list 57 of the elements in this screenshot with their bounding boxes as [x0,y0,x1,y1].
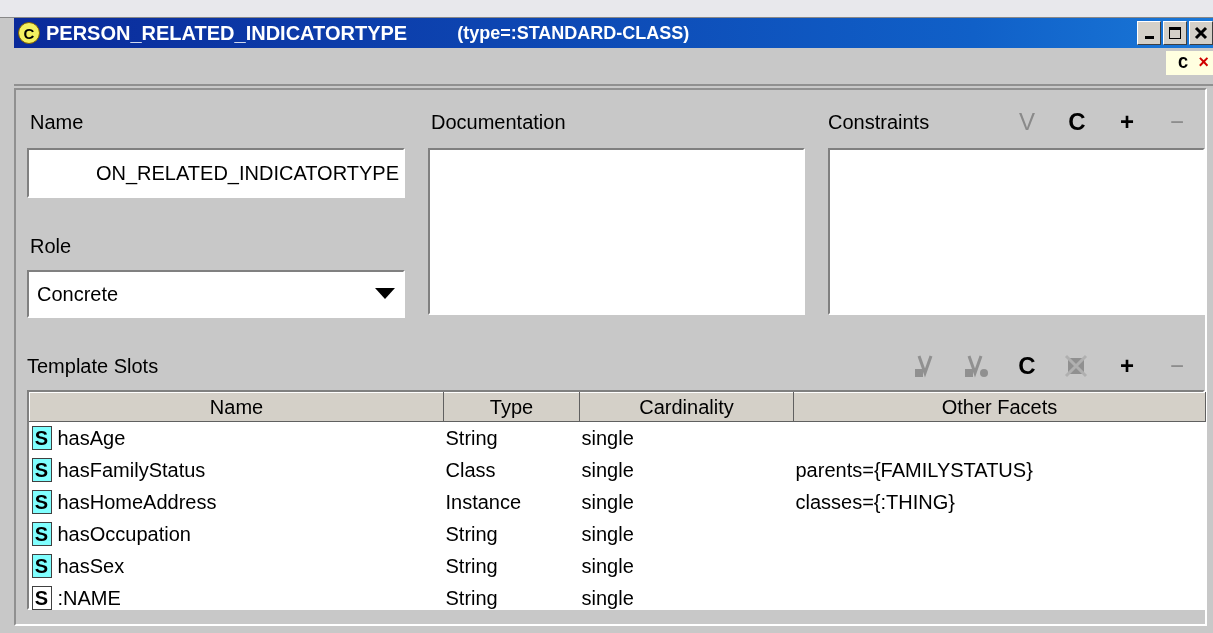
slot-cardinality: single [581,490,634,513]
slot-cardinality: single [581,522,634,545]
role-dropdown[interactable]: Concrete [27,270,405,318]
maximize-icon [1168,26,1182,40]
slot-facets: classes={:THING} [795,490,955,513]
slot-icon: S [31,554,52,578]
slot-icon: S [31,522,52,546]
slot-name: hasSex [57,554,125,578]
class-icon: C [18,22,40,44]
slot-name: hasAge [57,426,126,450]
slot-type: String [445,586,498,609]
section-label: Template Slots [27,354,159,378]
caret-icon [375,288,395,300]
field-label: Constraints [828,110,930,134]
constraints-field[interactable] [828,148,1205,315]
slot-facets: parents={FAMILYSTATUS} [795,458,1033,481]
slot-icon: S [31,458,52,482]
column-header[interactable]: Type [443,392,580,422]
tool-button[interactable]: + [1109,350,1145,382]
slot-cardinality: single [581,426,634,449]
window-title: PERSON_RELATED_INDICATORTYPE [46,21,408,45]
slot-cardinality: single [581,586,634,609]
field-label: Documentation [430,109,567,135]
window-subtitle: (type=:STANDARD-CLASS) [457,22,690,44]
slot-name: hasHomeAddress [57,490,217,514]
field-label: Role [29,233,73,259]
tab-close-button[interactable]: × [1198,53,1209,73]
class-tab[interactable]: C × [1166,51,1213,75]
slot-cardinality: single [581,458,634,481]
tool-button[interactable]: C [1059,106,1095,138]
slot-type: String [445,426,498,449]
tab-label: C [1178,53,1189,73]
column-header[interactable]: Name [29,392,444,422]
v-with-square-icon [963,353,991,379]
slot-type: String [445,522,498,545]
slot-type: String [445,554,498,577]
column-header[interactable]: Other Facets [793,392,1206,422]
maximize-button[interactable] [1163,21,1187,45]
close-button[interactable] [1189,21,1213,45]
tool-button[interactable]: C [1009,350,1045,382]
slot-name: :NAME [57,586,121,610]
column-header[interactable]: Cardinality [579,392,794,422]
slot-type: Class [445,458,496,481]
minimize-icon [1144,36,1154,39]
minimize-button[interactable] [1137,21,1161,45]
close-icon [1194,26,1208,40]
slot-type: Instance [445,490,522,513]
slot-cardinality: single [581,554,634,577]
slot-name: hasFamilyStatus [57,458,206,482]
documentation-field[interactable] [428,148,805,315]
slot-name: hasOccupation [57,522,191,546]
inherited-slot-icon: S [31,586,52,610]
name-field[interactable]: ON_RELATED_INDICATORTYPE [27,148,405,198]
tool-button[interactable]: + [1109,106,1145,138]
field-label: Name [29,109,85,135]
slot-icon: S [31,490,52,514]
slot-icon: S [31,426,52,450]
